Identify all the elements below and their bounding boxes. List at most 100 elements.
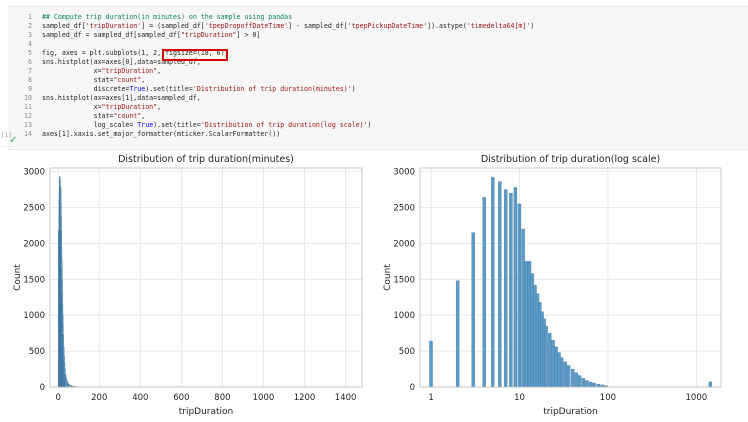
code-token: 'Distribution of trip duration(minutes)' <box>192 85 352 93</box>
y-tick-label: 1000 <box>393 311 415 321</box>
histogram-bar <box>551 340 555 388</box>
x-tick-label: 1000 <box>253 393 275 403</box>
code-token: ] - sampled_df[ <box>288 22 348 30</box>
code-token: ]).astype( <box>427 22 467 30</box>
code-token: "count" <box>113 76 142 84</box>
histogram-bar <box>429 340 433 388</box>
code-text: sns.histplot(ax=axes[1],data=sampled_df, <box>42 94 201 103</box>
line-number: 8 <box>28 76 32 84</box>
code-token: discrete= <box>42 85 130 93</box>
y-tick-label: 500 <box>29 347 45 357</box>
code-token: ## Compute trip duration(in minutes) on … <box>42 13 293 21</box>
code-token: ) <box>367 121 372 129</box>
line-number: 1 <box>28 13 32 21</box>
code-token: 'tpepPickupDateTime' <box>347 22 428 30</box>
line-number: 10 <box>24 94 32 102</box>
code-text: stat="count", <box>42 112 146 121</box>
code-text: discrete=True).set(title='Distribution o… <box>42 85 356 94</box>
histogram-bar <box>574 372 579 388</box>
code-token: ] > 0] <box>236 31 261 39</box>
code-token: x= <box>42 67 102 75</box>
histogram-bar <box>563 361 567 388</box>
code-token: 'timedelta64[m]' <box>466 22 531 30</box>
histogram-bar <box>509 192 513 388</box>
histogram-bar <box>566 365 571 388</box>
line-number: 6 <box>28 58 32 66</box>
histogram-bar <box>524 261 529 388</box>
code-token: axes[1].xaxis.set_major_formatter(mticke… <box>42 130 281 138</box>
code-text: x="tripDuration", <box>42 103 162 112</box>
histogram-bar <box>559 357 564 388</box>
code-token: sns.histplot(ax=axes[1],data=sampled_df, <box>42 94 201 102</box>
code-text: sampled_df['tripDuration'] = (sampled_df… <box>42 22 534 31</box>
code-text: log_scale= True).set(title='Distribution… <box>42 121 372 130</box>
x-tick-label: 400 <box>132 393 148 403</box>
y-axis-label: Count <box>383 264 393 291</box>
x-tick-label: 200 <box>91 393 107 403</box>
histogram-bar <box>491 177 495 388</box>
code-token: ).set(title= <box>145 85 193 93</box>
plot-frame <box>49 167 363 388</box>
histogram-bar <box>527 261 532 388</box>
check-icon: ✓ <box>9 135 18 146</box>
histogram-bar <box>554 346 558 388</box>
y-tick-label: 1000 <box>23 311 45 321</box>
y-tick-label: 3000 <box>23 168 45 178</box>
histogram-bar <box>578 375 582 388</box>
histogram-bar <box>482 197 486 388</box>
code-token: , <box>157 67 162 75</box>
code-token: , <box>141 76 146 84</box>
code-token: ).set(title= <box>153 121 201 129</box>
y-tick-label: 3000 <box>393 168 415 178</box>
y-axis-label: Count <box>13 264 23 291</box>
code-text: x="tripDuration", <box>42 67 162 76</box>
plot-frame <box>419 167 722 388</box>
line-number: 12 <box>24 112 32 120</box>
chart-log-scale: 0 500 1000 1500 2000 2500 3000 1 10 100 1000 Distri… <box>383 154 722 417</box>
code-text: stat="count", <box>42 76 146 85</box>
histogram-bar <box>571 368 575 388</box>
x-tick-label: 1400 <box>335 393 357 403</box>
code-token: 'tripDuration' <box>85 22 142 30</box>
histogram-bar <box>596 383 601 388</box>
code-text: axes[1].xaxis.set_major_formatter(mticke… <box>42 130 280 139</box>
code-token: stat= <box>42 112 114 120</box>
line-number: 7 <box>28 67 32 75</box>
x-tick-label: 10 <box>514 393 525 403</box>
histogram-bar <box>521 228 525 388</box>
histogram-bar <box>455 280 460 388</box>
chart-title: Distribution of trip duration(log scale) <box>481 154 660 165</box>
line-number: 13 <box>24 121 32 129</box>
histogram-bar <box>585 380 589 388</box>
y-tick-label: 2500 <box>393 203 415 213</box>
code-token: sampled_df = sampled_df[sampled_df[ <box>42 31 181 39</box>
code-token: ] = (sampled_df[ <box>141 22 205 30</box>
y-tick-label: 500 <box>399 347 415 357</box>
code-token: True <box>129 85 146 93</box>
line-number: 4 <box>28 40 32 48</box>
histogram-bar <box>471 232 475 388</box>
chart-title: Distribution of trip duration(minutes) <box>118 154 294 165</box>
chart-minutes: 0 500 1000 1500 2000 2500 3000 0 200 400 600 800 100… <box>13 154 363 417</box>
y-tick-label: 0 <box>410 383 415 393</box>
y-tick-label: 2500 <box>23 203 45 213</box>
histogram-bar <box>548 332 552 388</box>
code-token: ) <box>530 22 535 30</box>
code-token: sampled_df[ <box>42 22 86 30</box>
histogram-bar <box>498 181 502 388</box>
histogram-bar <box>68 383 70 388</box>
x-axis-label: tripDuration <box>543 407 598 417</box>
code-token: "tripDuration" <box>180 31 237 39</box>
histogram-bar <box>517 203 522 388</box>
histogram-bar <box>708 381 713 388</box>
y-tick-label: 2000 <box>393 239 415 249</box>
code-token: True <box>137 121 154 129</box>
code-cell[interactable]: 1 ## Compute trip duration(in minutes) on… <box>8 6 748 150</box>
line-number: 9 <box>28 85 32 93</box>
code-token: log_scale= <box>42 121 138 129</box>
y-tick-label: 2000 <box>23 239 45 249</box>
figsize-highlight-box <box>162 49 228 61</box>
code-token: stat= <box>42 76 114 84</box>
histogram-bar <box>589 381 593 388</box>
code-text: ## Compute trip duration(in minutes) on … <box>42 13 292 22</box>
